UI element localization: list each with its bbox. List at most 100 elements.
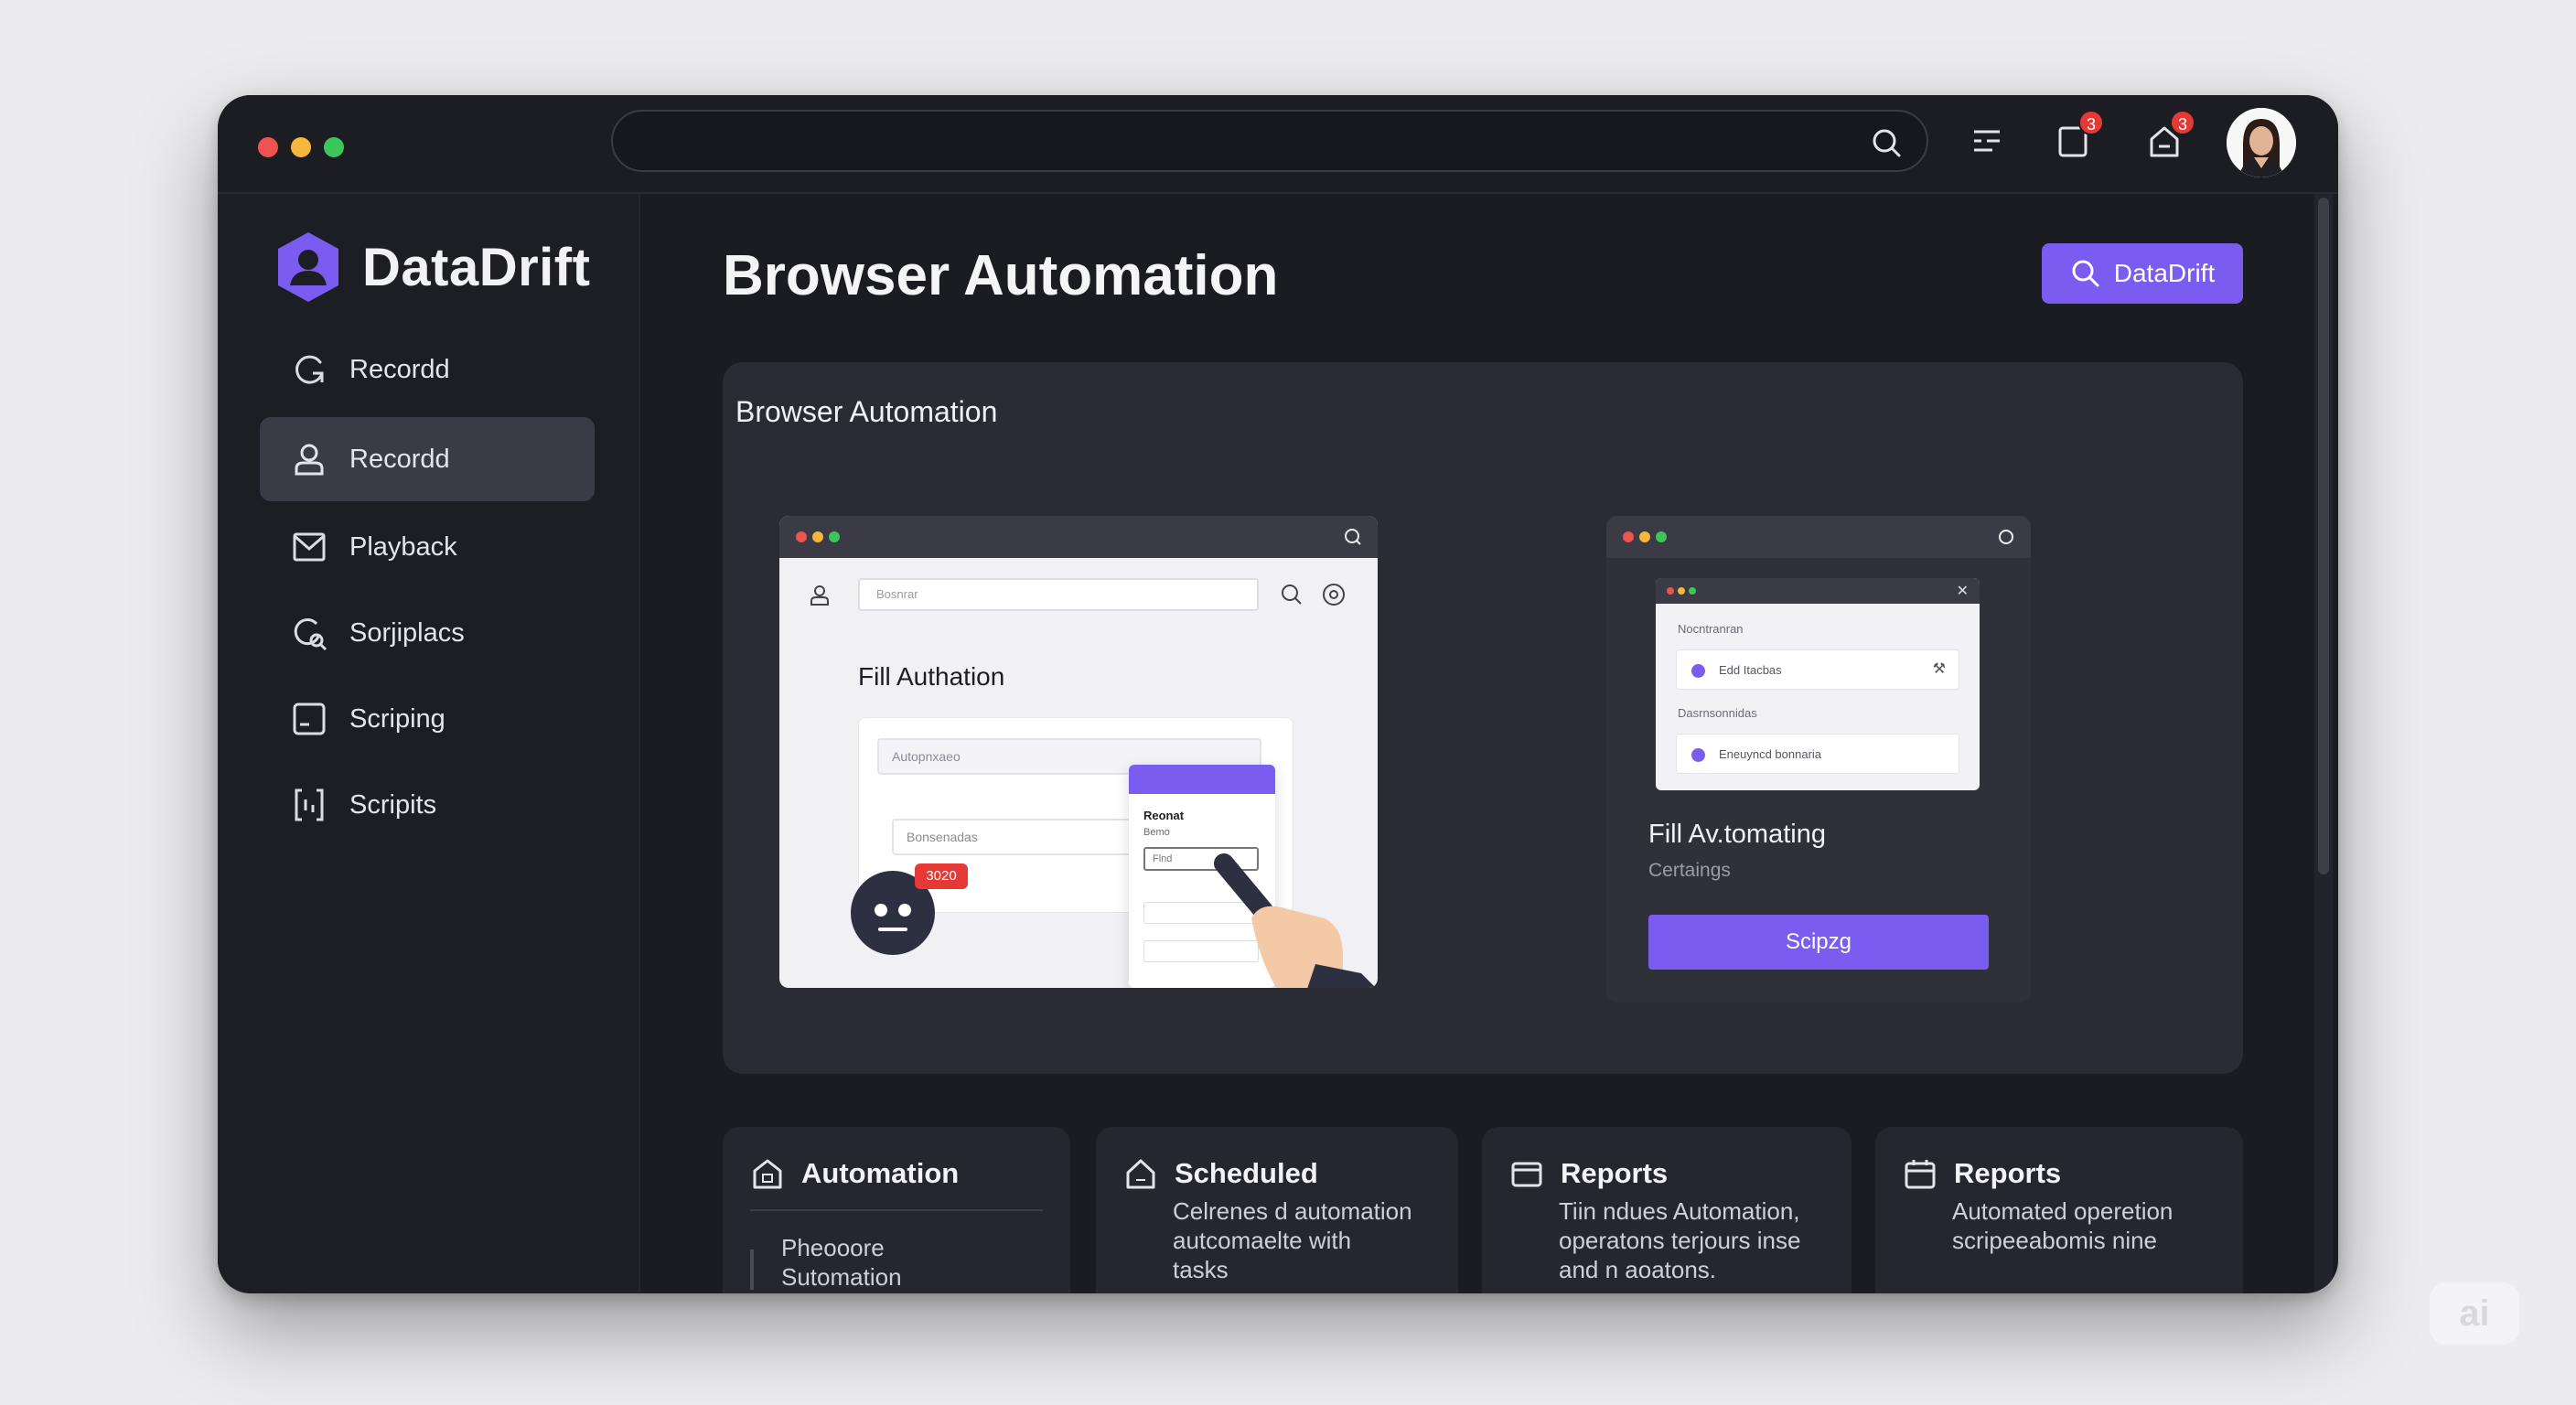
sidebar-item-scripits[interactable]: Scripits (260, 763, 595, 847)
feature-card-reports[interactable]: Reports Tiin ndues Automation, operatons… (1482, 1127, 1852, 1293)
sidebar-item-label: Recordd (349, 354, 450, 384)
sidebar-item-label: Scripits (349, 789, 437, 820)
user-icon (295, 444, 324, 476)
home-lock-icon (753, 1159, 782, 1189)
dialog-option-1: Edd Itacbas ⚒ (1676, 649, 1959, 690)
feature-card-scheduled[interactable]: Scheduled Celrenes d automation autcomae… (1096, 1127, 1458, 1293)
sidebar-item-label: Recordd (349, 444, 450, 474)
ai-watermark: ai (2430, 1282, 2519, 1345)
scrollbar-thumb[interactable] (2318, 198, 2329, 874)
calendar-icon (1905, 1160, 1936, 1189)
mockup-user-icon (810, 585, 829, 606)
card-body-line: and n aoatons. (1559, 1256, 1717, 1283)
mockup-title: Fill Av.tomating (1648, 820, 1826, 849)
refresh-icon (295, 355, 324, 384)
mockup-popup-sub: Bemo (1143, 827, 1170, 838)
sidebar-item-scriping[interactable]: Scriping (260, 677, 595, 761)
sidebar: DataDrift Recordd Recordd Playback Sorji… (218, 194, 640, 1293)
dialog-titlebar: ✕ (1656, 578, 1980, 604)
mockup-dot (1656, 531, 1667, 542)
card-title: Scheduled (1175, 1157, 1318, 1189)
close-window-button[interactable] (258, 137, 278, 157)
mockup-titlebar (1606, 516, 2031, 558)
browser-mockup-settings: ✕ Nocntranran Edd Itacbas ⚒ Dasrnsonnida… (1606, 516, 2031, 1003)
dialog-close-icon: ✕ (1956, 584, 1969, 599)
card-body-line: Celrenes d automation (1173, 1197, 1412, 1225)
card-body: Automated operetion scripeeabomis nine (1952, 1196, 2225, 1255)
app-window: 3 3 DataDrift Recordd Recordd Playback S… (218, 95, 2338, 1293)
mockup-titlebar (779, 516, 1378, 558)
maximize-window-button[interactable] (324, 137, 344, 157)
mockup-script-button[interactable]: Scipzg (1648, 915, 1989, 970)
card-body-line: autcomaelte with (1173, 1227, 1352, 1254)
pointing-hand-icon (1214, 853, 1376, 988)
card-header: Scheduled (1123, 1156, 1318, 1191)
terminal-icon (293, 702, 326, 735)
sidebar-item-recordd-active[interactable]: Recordd (260, 417, 595, 501)
tools-icon: ⚒ (1932, 661, 1946, 677)
sidebar-item-playback[interactable]: Playback (260, 505, 595, 589)
sidebar-item-label: Playback (349, 531, 457, 562)
dialog-option-2: Eneuyncd bonnaria (1676, 734, 1959, 774)
mockup-popup-title: Reonat (1143, 809, 1185, 822)
mockup-dot (796, 531, 807, 542)
search-bar[interactable] (611, 110, 1928, 172)
card-title: Reports (1561, 1157, 1669, 1189)
mockup-settings-dialog: ✕ Nocntranran Edd Itacbas ⚒ Dasrnsonnida… (1656, 578, 1980, 790)
card-accent-bar (750, 1249, 754, 1290)
user-avatar[interactable] (2227, 108, 2296, 177)
notifications-badge: 3 (2078, 110, 2104, 135)
mockup-magnifier-icon (1282, 585, 1302, 605)
sidebar-item-sorjiplacs[interactable]: Sorjiplacs (260, 591, 595, 675)
button-label: DataDrift (2113, 259, 2216, 287)
search-input[interactable] (640, 121, 1830, 161)
mockup-dot (1623, 531, 1634, 542)
card-divider (750, 1209, 1043, 1211)
robot-badge: 3020 (915, 863, 968, 889)
search-icon[interactable] (1870, 126, 1903, 159)
mockup-settings-icon (1323, 584, 1345, 606)
minimize-window-button[interactable] (291, 137, 311, 157)
alerts-badge: 3 (2170, 110, 2195, 135)
bracket-icon (295, 788, 324, 821)
browser-mockup-fill: Bosnrar Fill Authation Autopnxaeo Bonsen… (779, 516, 1378, 988)
page-title: Browser Automation (723, 244, 1279, 307)
sidebar-item-recordd[interactable]: Recordd (260, 327, 595, 412)
mockup-dot (1639, 531, 1650, 542)
mockup-field-2: Bonsenadas (892, 819, 1166, 855)
mockup-subtitle: Certaings (1648, 860, 1731, 881)
notifications-button[interactable]: 3 (2055, 110, 2104, 159)
card-title: Automation (801, 1157, 960, 1189)
card-header: Automation (750, 1156, 959, 1191)
datadrift-search-button[interactable]: DataDrift (2042, 243, 2243, 304)
card-body-line: Automated operetion (1952, 1197, 2174, 1225)
avatar-portrait-icon (2227, 108, 2296, 177)
mockup-circle-icon (1999, 530, 2013, 544)
card-body-line: tasks (1173, 1256, 1229, 1283)
house-icon (1126, 1159, 1155, 1189)
alerts-button[interactable]: 3 (2146, 110, 2195, 159)
card-body: Pheooore Sutomation (781, 1233, 1052, 1292)
card-body-line: Pheooore (781, 1234, 885, 1261)
feature-card-automation[interactable]: Automation Pheooore Sutomation (723, 1127, 1070, 1293)
dialog-label-2: Dasrnsonnidas (1678, 706, 1757, 720)
card-body-line: Sutomation (781, 1263, 902, 1291)
card-title: Reports (1954, 1157, 2062, 1189)
card-body-line: Tiin ndues Automation, (1559, 1197, 1800, 1225)
filter-list-icon[interactable] (1969, 123, 2005, 159)
search-icon (2072, 260, 2099, 287)
envelope-icon (293, 532, 326, 562)
card-body: Tiin ndues Automation, operatons terjour… (1559, 1196, 1833, 1284)
mockup-heading: Fill Authation (858, 662, 1005, 691)
brand-logo[interactable]: DataDrift (274, 231, 590, 304)
mockup-address-field: Bosnrar (858, 578, 1259, 611)
title-bar: 3 3 (218, 95, 2338, 194)
card-header: Reports (1509, 1156, 1668, 1191)
card-header: Reports (1903, 1156, 2061, 1191)
panel-title: Browser Automation (735, 395, 998, 428)
card-body: Celrenes d automation autcomaelte with t… (1173, 1196, 1440, 1284)
option-bullet (1691, 664, 1705, 678)
mockup-search-icon (1345, 529, 1361, 545)
search-refresh-icon (294, 618, 327, 651)
feature-card-reports-2[interactable]: Reports Automated operetion scripeeabomi… (1875, 1127, 2243, 1293)
